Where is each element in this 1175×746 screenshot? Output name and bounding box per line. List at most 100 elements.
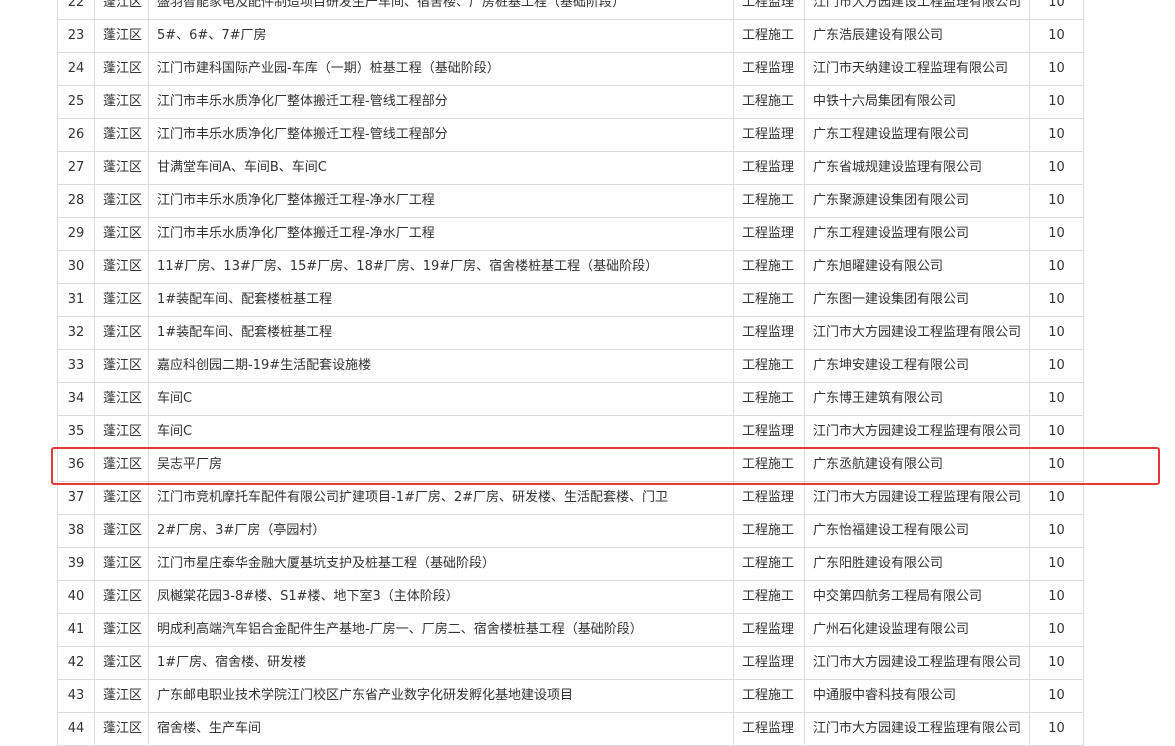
cell-type: 工程施工 [733, 547, 805, 581]
table-row: 39 蓬江区 江门市星庄泰华金融大厦基坑支护及桩基工程（基础阶段） 工程施工 广东阳胜建… [57, 547, 1084, 581]
cell-type: 工程监理 [733, 52, 805, 86]
cell-no: 23 [57, 19, 95, 53]
cell-score: 10 [1029, 217, 1084, 251]
cell-project: 盛羽智能家电及配件制造项目研发生产车间、宿舍楼、厂房桩基工程（基础阶段） [148, 0, 734, 20]
cell-project: 江门市丰乐水质净化厂整体搬迁工程-管线工程部分 [148, 118, 734, 152]
table-row: 22 蓬江区 盛羽智能家电及配件制造项目研发生产车间、宿舍楼、厂房桩基工程（基础阶段… [57, 0, 1084, 20]
cell-district: 蓬江区 [94, 613, 149, 647]
table-body: 22 蓬江区 盛羽智能家电及配件制造项目研发生产车间、宿舍楼、厂房桩基工程（基础阶段… [57, 0, 1084, 746]
cell-score: 10 [1029, 481, 1084, 515]
cell-no: 36 [57, 448, 95, 482]
table-row: 41 蓬江区 明成利高端汽车铝合金配件生产基地-厂房一、厂房二、宿舍楼桩基工程（基础… [57, 613, 1084, 647]
cell-project: 甘满堂车间A、车间B、车间C [148, 151, 734, 185]
cell-type: 工程监理 [733, 316, 805, 350]
cell-company: 江门市大方园建设工程监理有限公司 [804, 415, 1030, 449]
cell-project: 1#装配车间、配套楼桩基工程 [148, 316, 734, 350]
cell-company: 广东坤安建设工程有限公司 [804, 349, 1030, 383]
cell-district: 蓬江区 [94, 349, 149, 383]
cell-company: 广东浩辰建设有限公司 [804, 19, 1030, 53]
table-row: 42 蓬江区 1#厂房、宿舍楼、研发楼 工程监理 江门市大方园建设工程监理有限公司 10 [57, 646, 1084, 680]
cell-project: 吴志平厂房 [148, 448, 734, 482]
table-row: 27 蓬江区 甘满堂车间A、车间B、车间C 工程监理 广东省城规建设监理有限公司 10 [57, 151, 1084, 185]
table-row: 31 蓬江区 1#装配车间、配套楼桩基工程 工程施工 广东图一建设集团有限公司 10 [57, 283, 1084, 317]
table-row: 32 蓬江区 1#装配车间、配套楼桩基工程 工程监理 江门市大方园建设工程监理有限公司 1… [57, 316, 1084, 350]
cell-district: 蓬江区 [94, 85, 149, 119]
cell-score: 10 [1029, 514, 1084, 548]
cell-score: 10 [1029, 250, 1084, 284]
cell-no: 26 [57, 118, 95, 152]
cell-no: 24 [57, 52, 95, 86]
cell-project: 广东邮电职业技术学院江门校区广东省产业数字化研发孵化基地建设项目 [148, 679, 734, 713]
cell-company: 广东阳胜建设有限公司 [804, 547, 1030, 581]
cell-score: 10 [1029, 646, 1084, 680]
cell-no: 27 [57, 151, 95, 185]
cell-district: 蓬江区 [94, 580, 149, 614]
cell-project: 江门市丰乐水质净化厂整体搬迁工程-净水厂工程 [148, 217, 734, 251]
cell-type: 工程施工 [733, 184, 805, 218]
cell-project: 车间C [148, 415, 734, 449]
cell-type: 工程施工 [733, 349, 805, 383]
cell-district: 蓬江区 [94, 448, 149, 482]
cell-type: 工程监理 [733, 217, 805, 251]
cell-score: 10 [1029, 679, 1084, 713]
cell-no: 37 [57, 481, 95, 515]
cell-type: 工程施工 [733, 85, 805, 119]
cell-project: 凤樾棠花园3-8#楼、S1#楼、地下室3（主体阶段） [148, 580, 734, 614]
table-row: 43 蓬江区 广东邮电职业技术学院江门校区广东省产业数字化研发孵化基地建设项目 工程施… [57, 679, 1084, 713]
cell-type: 工程监理 [733, 481, 805, 515]
cell-company: 广东工程建设监理有限公司 [804, 118, 1030, 152]
cell-score: 10 [1029, 547, 1084, 581]
cell-district: 蓬江区 [94, 118, 149, 152]
cell-company: 广州石化建设监理有限公司 [804, 613, 1030, 647]
cell-no: 40 [57, 580, 95, 614]
cell-district: 蓬江区 [94, 19, 149, 53]
cell-company: 广东工程建设监理有限公司 [804, 217, 1030, 251]
cell-company: 江门市天纳建设工程监理有限公司 [804, 52, 1030, 86]
cell-no: 42 [57, 646, 95, 680]
cell-score: 10 [1029, 283, 1084, 317]
cell-score: 10 [1029, 415, 1084, 449]
cell-type: 工程施工 [733, 514, 805, 548]
results-table-container: 22 蓬江区 盛羽智能家电及配件制造项目研发生产车间、宿舍楼、厂房桩基工程（基础阶段… [57, 0, 1084, 746]
cell-company: 广东省城规建设监理有限公司 [804, 151, 1030, 185]
cell-no: 44 [57, 712, 95, 746]
cell-project: 1#装配车间、配套楼桩基工程 [148, 283, 734, 317]
cell-type: 工程监理 [733, 415, 805, 449]
cell-district: 蓬江区 [94, 646, 149, 680]
cell-company: 广东图一建设集团有限公司 [804, 283, 1030, 317]
cell-company: 江门市大方园建设工程监理有限公司 [804, 646, 1030, 680]
cell-company: 广东聚源建设集团有限公司 [804, 184, 1030, 218]
cell-type: 工程施工 [733, 679, 805, 713]
cell-project: 1#厂房、宿舍楼、研发楼 [148, 646, 734, 680]
cell-company: 江门市大方园建设工程监理有限公司 [804, 712, 1030, 746]
cell-district: 蓬江区 [94, 547, 149, 581]
cell-type: 工程施工 [733, 283, 805, 317]
cell-project: 嘉应科创园二期-19#生活配套设施楼 [148, 349, 734, 383]
cell-score: 10 [1029, 184, 1084, 218]
cell-score: 10 [1029, 613, 1084, 647]
cell-score: 10 [1029, 0, 1084, 20]
table-row: 35 蓬江区 车间C 工程监理 江门市大方园建设工程监理有限公司 10 [57, 415, 1084, 449]
cell-type: 工程监理 [733, 646, 805, 680]
cell-district: 蓬江区 [94, 52, 149, 86]
cell-project: 2#厂房、3#厂房（亭园村） [148, 514, 734, 548]
cell-project: 11#厂房、13#厂房、15#厂房、18#厂房、19#厂房、宿舍楼桩基工程（基础… [148, 250, 734, 284]
cell-no: 33 [57, 349, 95, 383]
cell-company: 中铁十六局集团有限公司 [804, 85, 1030, 119]
cell-project: 江门市竞机摩托车配件有限公司扩建项目-1#厂房、2#厂房、研发楼、生活配套楼、门… [148, 481, 734, 515]
cell-company: 江门市大方园建设工程监理有限公司 [804, 316, 1030, 350]
cell-type: 工程施工 [733, 580, 805, 614]
cell-type: 工程监理 [733, 118, 805, 152]
cell-company: 中通服中睿科技有限公司 [804, 679, 1030, 713]
cell-district: 蓬江区 [94, 316, 149, 350]
cell-district: 蓬江区 [94, 382, 149, 416]
cell-district: 蓬江区 [94, 481, 149, 515]
cell-score: 10 [1029, 316, 1084, 350]
cell-type: 工程施工 [733, 250, 805, 284]
cell-type: 工程监理 [733, 0, 805, 20]
cell-score: 10 [1029, 712, 1084, 746]
cell-type: 工程施工 [733, 382, 805, 416]
cell-no: 35 [57, 415, 95, 449]
cell-district: 蓬江区 [94, 283, 149, 317]
cell-company: 江门市大方园建设工程监理有限公司 [804, 481, 1030, 515]
